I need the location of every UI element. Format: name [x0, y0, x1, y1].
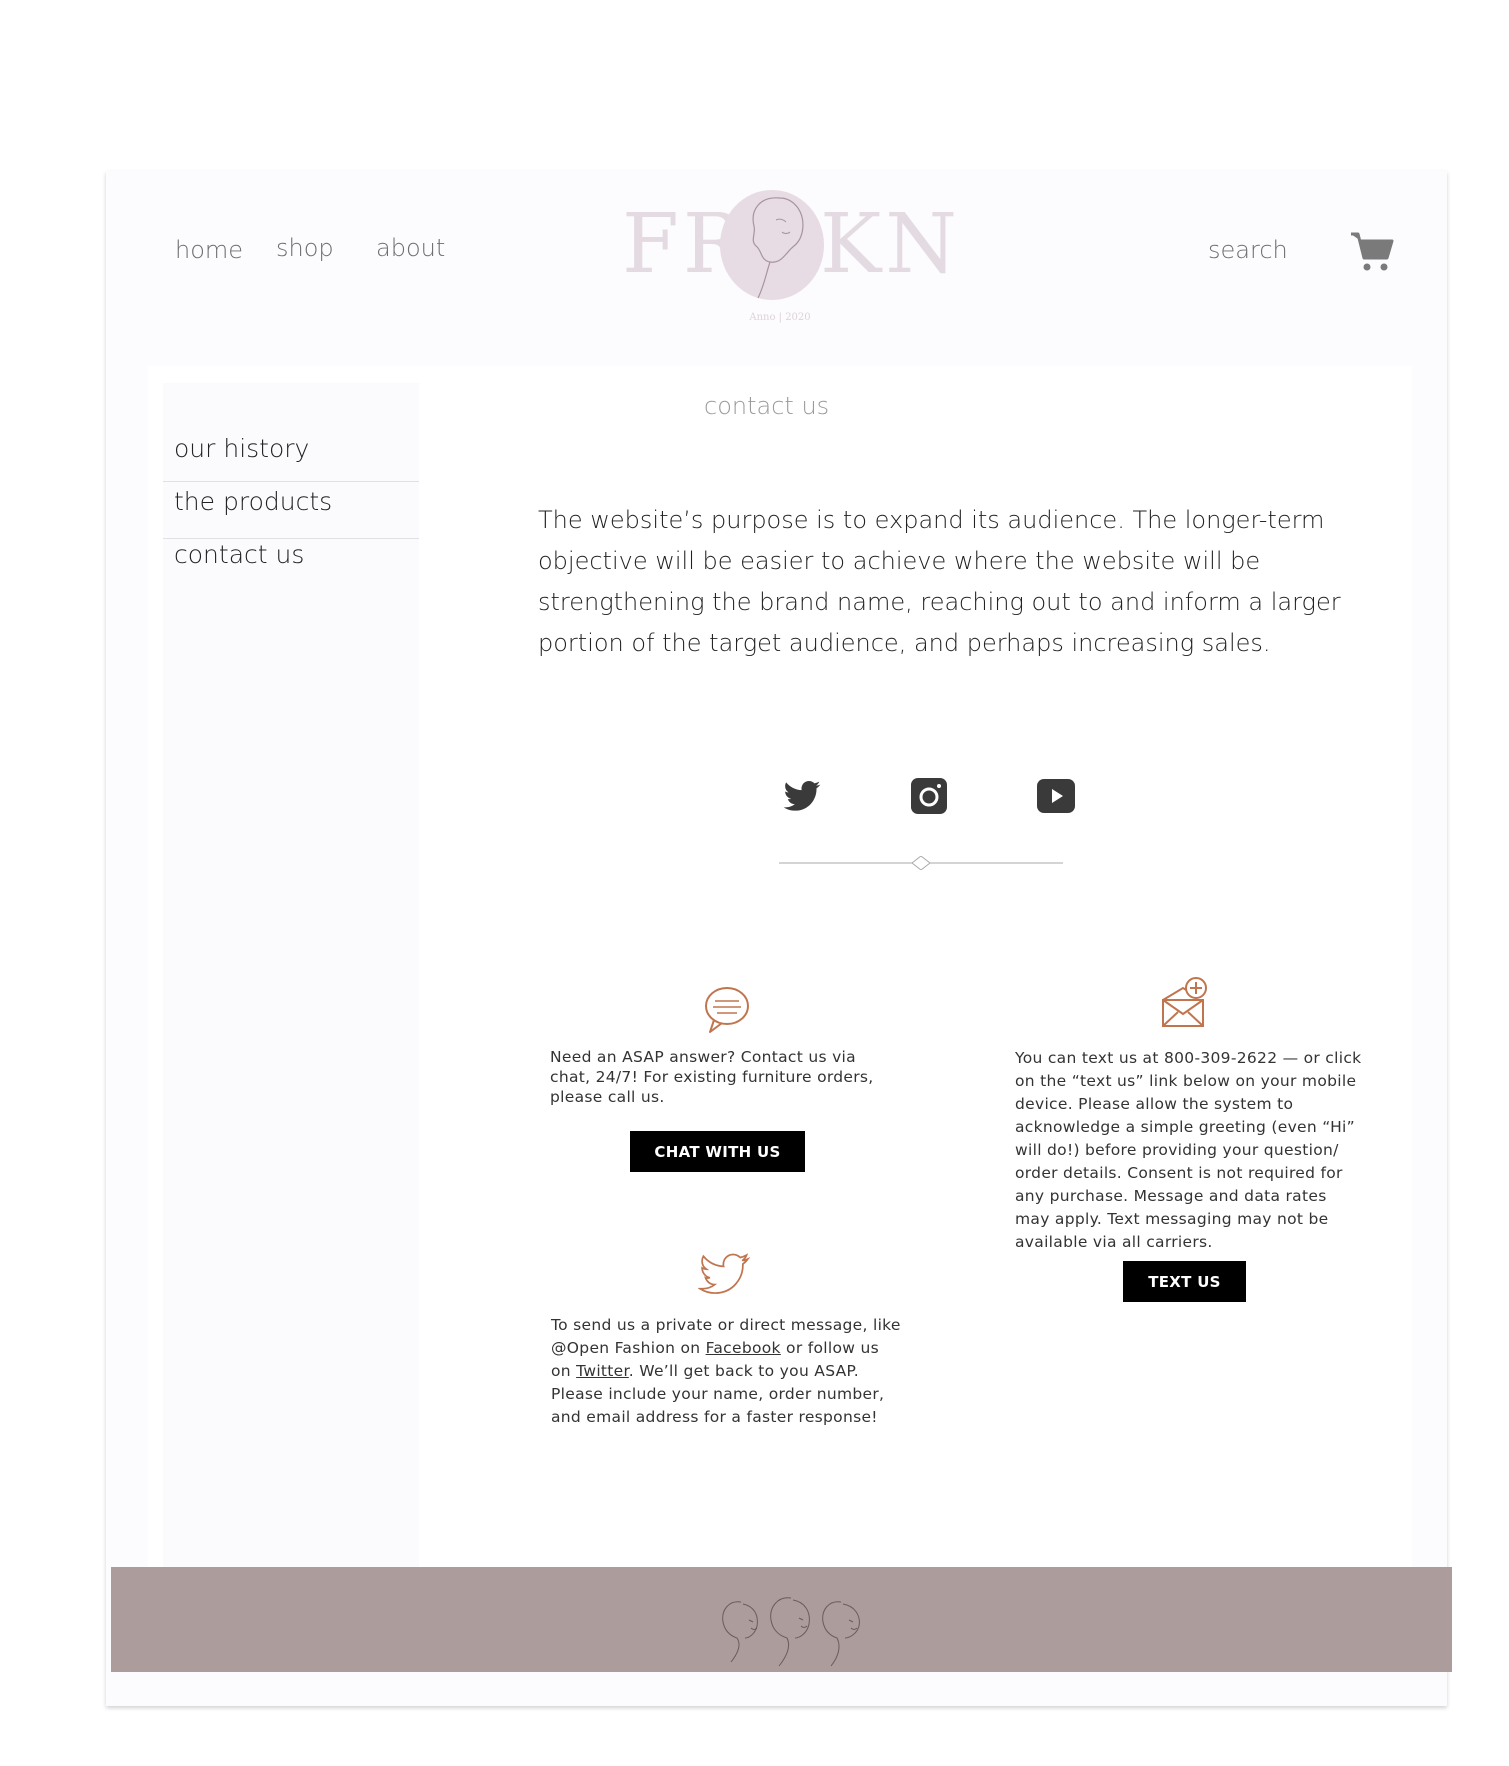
cart-icon [1351, 232, 1394, 271]
face-line-art-icon [752, 197, 804, 299]
twitter-outline-icon [697, 1248, 751, 1300]
intro-paragraph: The website’s purpose is to expand its a… [538, 506, 1341, 657]
section-divider-ornament [779, 856, 1063, 870]
facebook-link[interactable]: Facebook [706, 1339, 781, 1357]
logo-face-emblem [720, 190, 824, 300]
logo-tagline: Anno | 2020 [749, 312, 811, 323]
chat-bubble-icon [700, 984, 752, 1036]
sidebar-item-contact-us[interactable]: contact us [174, 540, 304, 569]
twitter-icon [783, 781, 821, 811]
text-us-description: You can text us at 800-309-2622 — or cli… [1015, 1049, 1362, 1251]
brand-logo[interactable]: FR KN Anno | 2020 [610, 185, 957, 335]
three-faces-line-art-icon [722, 1597, 860, 1667]
twitter-text-link[interactable]: Twitter [576, 1362, 629, 1380]
chat-description: Need an ASAP answer? Contact us via chat… [550, 1048, 874, 1106]
cart-button[interactable] [1349, 230, 1395, 274]
youtube-link[interactable] [1036, 776, 1076, 816]
twitter-link[interactable] [782, 776, 822, 816]
youtube-icon [1037, 779, 1075, 813]
instagram-icon [911, 778, 947, 814]
nav-about-link[interactable]: about [376, 234, 445, 262]
nav-home-link[interactable]: home [175, 236, 243, 264]
sidebar-item-the-products[interactable]: the products [174, 487, 332, 516]
sidebar-item-our-history[interactable]: our history [174, 434, 309, 463]
search-link[interactable]: search [1208, 236, 1288, 264]
text-us-button[interactable]: TEXT US [1123, 1261, 1246, 1302]
dm-description: To send us a private or direct message, … [551, 1314, 901, 1429]
envelope-plus-icon [1158, 976, 1210, 1028]
sidebar: our history the products contact us [163, 383, 419, 1568]
chat-with-us-button[interactable]: CHAT WITH US [630, 1131, 805, 1172]
instagram-link[interactable] [909, 776, 949, 816]
logo-text-right: KN [820, 197, 962, 292]
sidebar-divider [163, 481, 419, 482]
sidebar-divider [163, 538, 419, 539]
footer-banner [111, 1567, 1452, 1672]
nav-shop-link[interactable]: shop [276, 234, 334, 262]
page-title: contact us [704, 392, 830, 420]
